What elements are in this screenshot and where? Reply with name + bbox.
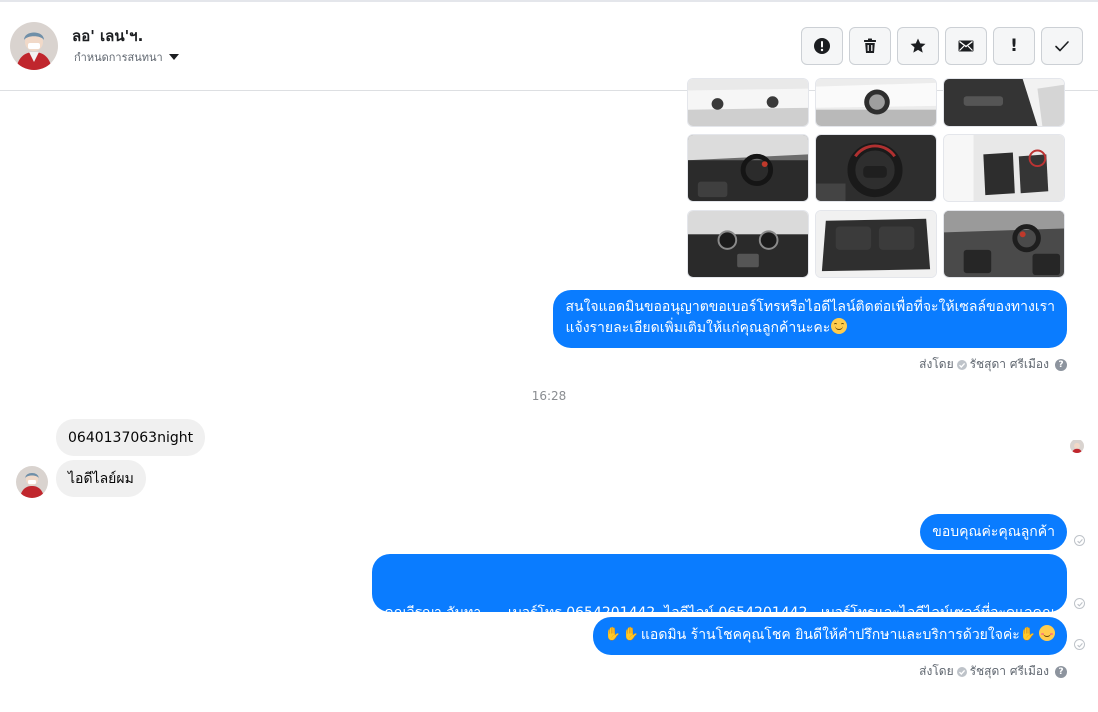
smiling-face-icon: [831, 318, 848, 334]
time-separator: 16:28: [531, 389, 567, 403]
incoming-message[interactable]: 0640137063night: [56, 419, 206, 456]
folded-hands-icon: ✋: [1019, 627, 1036, 642]
envelope-icon: [958, 40, 974, 52]
mark-unread-button[interactable]: [945, 27, 987, 65]
car-photo-rear-seats[interactable]: [815, 210, 937, 278]
sent-by-label: ส่งโดย: [919, 664, 954, 678]
contact-avatar[interactable]: [10, 22, 58, 70]
checkmark-icon: [1055, 41, 1069, 52]
car-photo-exterior-side[interactable]: [687, 78, 809, 127]
star-icon: [910, 38, 926, 53]
help-question-icon[interactable]: ?: [1055, 358, 1067, 371]
verified-badge-icon: [956, 359, 967, 370]
car-photo-console[interactable]: [687, 210, 809, 278]
car-photo-cabin-wide[interactable]: [943, 210, 1065, 278]
contact-avatar-small[interactable]: [16, 466, 48, 498]
read-receipt-avatar: [1070, 439, 1084, 453]
car-photo-door-interior[interactable]: [943, 78, 1065, 127]
message-text-line: สนใจแอดมินขออนุญาตขอเบอร์โทรหรือไอดีไลน์…: [565, 299, 1055, 315]
spam-button[interactable]: [801, 27, 843, 65]
contact-name: ลอ' เลน'ฯ.: [72, 27, 144, 45]
car-photo-dashboard[interactable]: [687, 134, 809, 202]
message-text-line: แจ้งรายละเอียดเพิ่มเติมให้แก่คุณลูกค้านะ…: [565, 318, 1055, 339]
caret-down-icon: [168, 54, 179, 60]
car-photo-exterior-wheel[interactable]: [815, 78, 937, 127]
conversation-toolbar: !: [801, 27, 1083, 65]
delivered-status-icon: [1074, 535, 1085, 546]
assign-conversation-dropdown[interactable]: กำหนดการสนทนา: [74, 48, 179, 66]
outgoing-message[interactable]: ✋ ✋ แอดมิน ร้านโชคคุณโชค ยินดีให้คำปรึกษาแ…: [592, 617, 1067, 655]
exclamation-icon: !: [1010, 35, 1018, 56]
verified-badge-icon: [956, 666, 967, 677]
important-button[interactable]: !: [993, 27, 1035, 65]
assign-conversation-label: กำหนดการสนทนา: [74, 51, 163, 64]
sender-name: รัชสุดา ศรีเมือง: [969, 357, 1049, 371]
car-photo-front-seats[interactable]: [943, 134, 1065, 202]
smiling-face-with-hearts-icon: [1039, 625, 1055, 641]
outgoing-message[interactable]: สนใจแอดมินขออนุญาตขอเบอร์โทรหรือไอดีไลน์…: [553, 290, 1067, 348]
folded-hands-icon: ✋: [622, 627, 639, 642]
outgoing-message[interactable]: ขอบคุณค่ะคุณลูกค้า: [920, 514, 1067, 550]
sent-by-info: ส่งโดย รัชสุดา ศรีเมือง ?: [919, 662, 1067, 681]
folded-hands-icon: ✋: [604, 627, 621, 642]
sent-by-info: ส่งโดย รัชสุดา ศรีเมือง ?: [919, 355, 1067, 374]
delivered-status-icon: [1074, 598, 1085, 609]
delete-button[interactable]: [849, 27, 891, 65]
done-button[interactable]: [1041, 27, 1083, 65]
message-text: แอดมิน ร้านโชคคุณโชค ยินดีให้คำปรึกษาและ…: [640, 627, 1020, 643]
delivered-status-icon: [1074, 639, 1085, 650]
help-question-icon[interactable]: ?: [1055, 665, 1067, 678]
alert-circle-icon: [814, 38, 830, 54]
outgoing-message[interactable]: คุณวีรญา จันทา เบอร์โทร 0654201442 ไอดีไ…: [372, 554, 1067, 684]
sender-name: รัชสุดา ศรีเมือง: [969, 664, 1049, 678]
messenger-conversation: ลอ' เลน'ฯ. กำหนดการสนทนา ! สนใจแอดมินขออ…: [0, 0, 1098, 712]
car-photo-steering-wheel[interactable]: [815, 134, 937, 202]
trash-icon: [864, 38, 876, 53]
incoming-message[interactable]: ไอดีไลย์ผม: [56, 460, 146, 497]
star-button[interactable]: [897, 27, 939, 65]
sent-by-label: ส่งโดย: [919, 357, 954, 371]
